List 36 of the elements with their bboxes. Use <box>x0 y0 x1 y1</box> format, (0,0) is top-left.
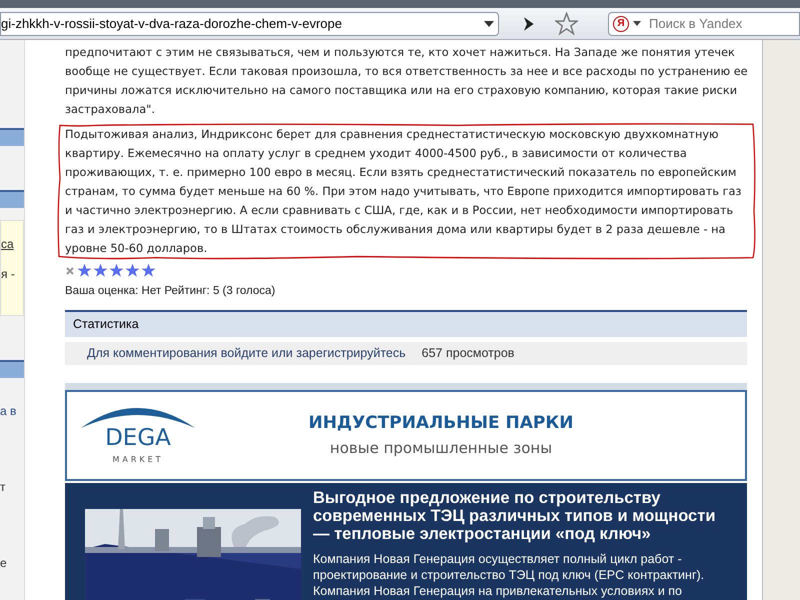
ad-banner[interactable]: DEGA MARKET ИНДУСТРИАЛЬНЫЕ ПАРКИ новые промышленные зоны <box>65 382 747 481</box>
promo-headline[interactable]: Выгодное предложение по строительству современных ТЭЦ различных типов и мощности — тепловые электростанции «под ключ» <box>313 488 733 543</box>
statistics-header: Статистика <box>65 310 747 337</box>
dropdown-icon[interactable] <box>633 21 641 26</box>
star-icon[interactable] <box>77 263 92 278</box>
sidebar-link[interactable]: а в <box>0 402 24 420</box>
sidebar-text: т <box>0 479 6 496</box>
go-arrow-icon[interactable] <box>523 16 535 30</box>
clear-rating-icon[interactable] <box>65 266 75 276</box>
rating-text: Ваша оценка: Нет Рейтинг: 5 (3 голоса) <box>65 284 276 299</box>
views-count: 657 просмотров <box>422 345 514 362</box>
sidebar-text: я - <box>1 266 16 283</box>
article-paragraph: Подытоживая анализ, Индриксонс берет для сравнения среднестатистическую московскую двухкомнатную квартиру. Ежемесячно на оплату услуг в среднем уходит 4000-4500 руб., в зависимости от количества проживающих, т. е. примерно 100 евро в месяц. Если взять среднестатистический показатель по европейским странам, то сумма будет меньше на 60 %. При этом надо учитывать, что Европе приходится импортировать газ и частично электроэнергию. А если сравнивать с США, где, как и в России, нет необходимости импортировать газ и электроэнергию, то в Штатах стоимость обслуживания дома или квартиры будет в 2 раза дешевле - на уровне 50-60 долларов. <box>65 127 742 257</box>
ad-subtitle: новые промышленные зоны <box>330 438 552 459</box>
star-icon[interactable] <box>93 263 108 278</box>
dega-logo: DEGA MARKET <box>79 402 197 468</box>
star-icon[interactable] <box>125 263 140 278</box>
sidebar-link[interactable]: са <box>1 235 23 253</box>
search-engine-icon[interactable]: Я <box>613 16 629 32</box>
star-icon[interactable] <box>141 263 156 278</box>
star-icon[interactable] <box>109 263 124 278</box>
dropdown-icon[interactable] <box>484 20 494 26</box>
search-input[interactable]: Поиск в Yandex <box>649 14 799 34</box>
sidebar-bar <box>0 128 24 146</box>
address-field[interactable]: gi-zhkkh-v-rossii-stoyat-v-dva-raza-dorozhe-chem-v-evrope <box>0 12 500 36</box>
search-field[interactable]: Я Поиск в Yandex <box>608 12 800 36</box>
article-paragraph: предпочитают с этим не связываться, чем и пользуются те, кто хочет нажиться. На Западе же понятия утечек вообще не существует. Если таковая произошла, то вся ответственность за нее и все расходы по устранению ее причины ложатся исключительно на самого поставщика или на его страховую компанию, которая такие риски застраховала". <box>65 45 749 118</box>
bookmark-star-icon[interactable] <box>554 12 578 36</box>
url-text: gi-zhkkh-v-rossii-stoyat-v-dva-raza-dorozhe-chem-v-evrope <box>1 14 342 33</box>
sidebar-bar <box>0 190 24 208</box>
promo-text: Компания Новая Генерация осуществляет полный цикл работ - проектирование и строительство ТЭЦ под ключ (EPC контрактинг). Компания Новая Генерация на привлекательных условиях и по <box>313 550 706 599</box>
star-rating[interactable] <box>77 263 156 278</box>
ad-title: ИНДУСТРИАЛЬНЫЕ ПАРКИ <box>308 412 574 436</box>
sidebar-text: е <box>0 555 8 572</box>
login-link[interactable]: Для комментирования войдите или зарегистрируйтесь <box>87 344 406 363</box>
sidebar-bar <box>0 360 24 378</box>
